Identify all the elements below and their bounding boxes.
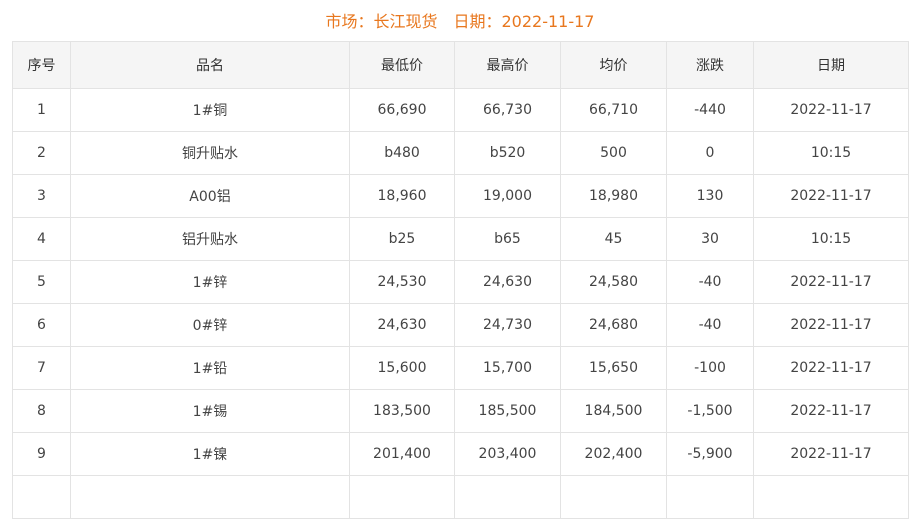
cell-low: 201,400: [349, 432, 455, 476]
cell-name: 1#铅: [70, 346, 350, 390]
header-change: 涨跌: [666, 41, 754, 89]
table-row: 4 铝升贴水 b25 b65 45 30 10:15: [12, 217, 909, 261]
cell-date: 2022-11-17: [753, 389, 909, 433]
cell-index: 2: [12, 131, 71, 175]
header-high: 最高价: [454, 41, 561, 89]
cell-change: [666, 475, 754, 519]
cell-high: 66,730: [454, 88, 561, 132]
cell-high: 19,000: [454, 174, 561, 218]
cell-low: 66,690: [349, 88, 455, 132]
cell-name: 铜升贴水: [70, 131, 350, 175]
cell-change: 30: [666, 217, 754, 261]
price-table: 序号 品名 最低价 最高价 均价 涨跌 日期 1 1#铜 66,690 66,730 6…: [12, 41, 909, 519]
table-row: 3 A00铝 18,960 19,000 18,980 130 2022-11-17: [12, 174, 909, 218]
cell-date: 2022-11-17: [753, 346, 909, 390]
header-date: 日期: [753, 41, 909, 89]
cell-avg: 202,400: [560, 432, 667, 476]
cell-low: b25: [349, 217, 455, 261]
cell-change: -40: [666, 303, 754, 347]
table-row: 7 1#铅 15,600 15,700 15,650 -100 2022-11-17: [12, 346, 909, 390]
table-row: 5 1#锌 24,530 24,630 24,580 -40 2022-11-17: [12, 260, 909, 304]
cell-date: 10:15: [753, 217, 909, 261]
cell-high: b65: [454, 217, 561, 261]
cell-low: 24,630: [349, 303, 455, 347]
cell-low: 24,530: [349, 260, 455, 304]
cell-change: -5,900: [666, 432, 754, 476]
cell-high: 24,630: [454, 260, 561, 304]
cell-change: 130: [666, 174, 754, 218]
cell-index: 5: [12, 260, 71, 304]
cell-low: 15,600: [349, 346, 455, 390]
cell-index: 7: [12, 346, 71, 390]
cell-high: 203,400: [454, 432, 561, 476]
cell-date: 2022-11-17: [753, 174, 909, 218]
cell-index: [12, 475, 71, 519]
table-row: [12, 475, 909, 519]
table-row: 1 1#铜 66,690 66,730 66,710 -440 2022-11-17: [12, 88, 909, 132]
cell-avg: 500: [560, 131, 667, 175]
cell-high: b520: [454, 131, 561, 175]
table-row: 6 0#锌 24,630 24,730 24,680 -40 2022-11-17: [12, 303, 909, 347]
table-body: 1 1#铜 66,690 66,730 66,710 -440 2022-11-17 2 铜升贴…: [12, 88, 909, 519]
cell-high: 15,700: [454, 346, 561, 390]
table-row: 8 1#锡 183,500 185,500 184,500 -1,500 2022-11-1…: [12, 389, 909, 433]
cell-avg: 24,680: [560, 303, 667, 347]
cell-change: 0: [666, 131, 754, 175]
cell-change: -40: [666, 260, 754, 304]
page-title: 市场：长江现货 日期：2022-11-17: [0, 10, 920, 34]
cell-name: A00铝: [70, 174, 350, 218]
header-name: 品名: [70, 41, 350, 89]
cell-change: -440: [666, 88, 754, 132]
cell-high: 185,500: [454, 389, 561, 433]
cell-avg: 45: [560, 217, 667, 261]
cell-index: 1: [12, 88, 71, 132]
cell-name: 1#镍: [70, 432, 350, 476]
cell-avg: 18,980: [560, 174, 667, 218]
cell-low: b480: [349, 131, 455, 175]
cell-avg: [560, 475, 667, 519]
cell-name: 1#铜: [70, 88, 350, 132]
cell-low: 18,960: [349, 174, 455, 218]
cell-low: 183,500: [349, 389, 455, 433]
cell-date: 2022-11-17: [753, 260, 909, 304]
cell-date: [753, 475, 909, 519]
cell-name: 0#锌: [70, 303, 350, 347]
cell-low: [349, 475, 455, 519]
cell-index: 4: [12, 217, 71, 261]
cell-date: 2022-11-17: [753, 303, 909, 347]
cell-high: 24,730: [454, 303, 561, 347]
cell-index: 3: [12, 174, 71, 218]
cell-avg: 66,710: [560, 88, 667, 132]
header-low: 最低价: [349, 41, 455, 89]
cell-avg: 15,650: [560, 346, 667, 390]
header-row: 序号 品名 最低价 最高价 均价 涨跌 日期: [12, 41, 909, 89]
cell-avg: 184,500: [560, 389, 667, 433]
cell-avg: 24,580: [560, 260, 667, 304]
cell-name: 铝升贴水: [70, 217, 350, 261]
date-label: 日期：2022-11-17: [453, 12, 595, 31]
cell-change: -100: [666, 346, 754, 390]
cell-high: [454, 475, 561, 519]
cell-index: 9: [12, 432, 71, 476]
cell-name: 1#锌: [70, 260, 350, 304]
header-index: 序号: [12, 41, 71, 89]
market-label: 市场：长江现货: [325, 12, 438, 31]
cell-index: 6: [12, 303, 71, 347]
cell-change: -1,500: [666, 389, 754, 433]
cell-name: [70, 475, 350, 519]
header-avg: 均价: [560, 41, 667, 89]
table-row: 2 铜升贴水 b480 b520 500 0 10:15: [12, 131, 909, 175]
cell-date: 2022-11-17: [753, 432, 909, 476]
cell-date: 2022-11-17: [753, 88, 909, 132]
cell-date: 10:15: [753, 131, 909, 175]
table-row: 9 1#镍 201,400 203,400 202,400 -5,900 2022-11-1…: [12, 432, 909, 476]
cell-index: 8: [12, 389, 71, 433]
cell-name: 1#锡: [70, 389, 350, 433]
